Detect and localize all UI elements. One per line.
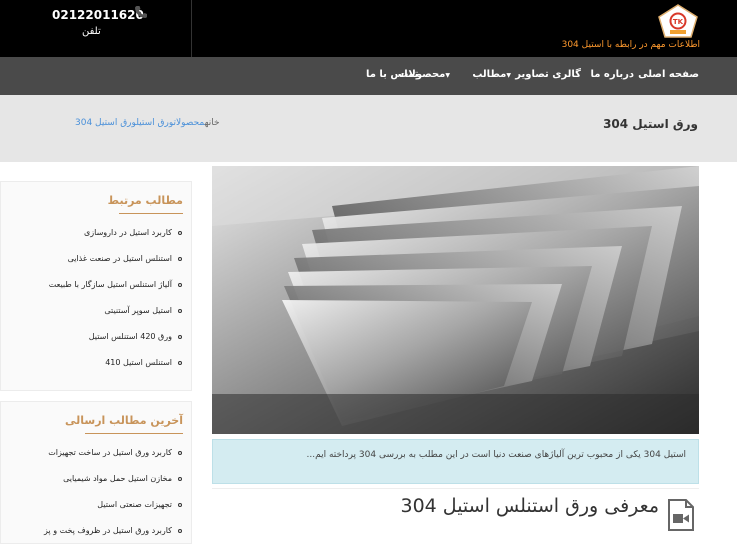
breadcrumb-products[interactable]: محصولات (173, 118, 204, 128)
main-nav: صفحه اصلی درباره ما گالری تصاویر مطالب▼ … (0, 57, 737, 95)
article-title: معرفی ورق استنلس استیل 304 (400, 495, 660, 517)
latest-posts-title: آخرین مطالب ارسالی (65, 414, 183, 427)
svg-text:TK: TK (673, 18, 684, 26)
list-item[interactable]: استنلس استیل در صنعت غذایی (68, 254, 182, 263)
excerpt-text: استیل 304 یکی از محبوب ترین آلیاژهای صنع… (306, 450, 686, 460)
breadcrumb-current: ورق استیل 304 (75, 118, 137, 128)
nav-articles[interactable]: مطالب▼ (472, 69, 513, 80)
list-item[interactable]: ورق 420 استنلس استیل (89, 332, 182, 341)
latest-posts-widget: آخرین مطالب ارسالی کاربرد ورق استیل در س… (0, 401, 192, 544)
list-item[interactable]: کاربرد ورق استیل در ظروف پخت و پز (44, 526, 182, 535)
bullet-icon (178, 230, 182, 235)
article-heading: معرفی ورق استنلس استیل 304 (212, 488, 699, 544)
breadcrumb-home[interactable]: خانه (205, 118, 220, 128)
list-item[interactable]: کاربرد ورق استیل در ساخت تجهیزات (48, 448, 182, 457)
chevron-down-icon: ▼ (506, 72, 511, 79)
header-divider (191, 0, 192, 57)
chevron-down-icon: ▼ (445, 72, 450, 79)
bullet-icon (178, 528, 182, 533)
product-image (212, 166, 699, 434)
video-file-icon (668, 499, 694, 531)
brand-logo-icon[interactable]: TK (656, 3, 700, 39)
list-item[interactable]: کاربرد استیل در داروسازی (84, 228, 182, 237)
breadcrumb-sheet[interactable]: ورق استیل (136, 118, 173, 128)
title-underline (85, 433, 183, 434)
page-title: ورق استیل 304 (603, 117, 698, 131)
bullet-icon (178, 450, 182, 455)
article-excerpt: استیل 304 یکی از محبوب ترین آلیاژهای صنع… (212, 439, 699, 484)
breadcrumb: خانهمحصولاتورق استیلورق استیل 304 (75, 118, 220, 128)
nav-contact[interactable]: تماس با ما (366, 69, 435, 80)
list-item[interactable]: استیل سوپر آستنیتی (104, 306, 182, 315)
site-tagline[interactable]: اطلاعات مهم در رابطه با استیل 304 (562, 40, 700, 50)
bullet-icon (178, 476, 182, 481)
phone-number[interactable]: 02122011620 (52, 8, 144, 22)
list-item[interactable]: مخازن استیل حمل مواد شیمیایی (63, 474, 182, 483)
phone-label: تلفن (82, 26, 101, 37)
list-item[interactable]: استنلس استیل 410 (105, 358, 182, 367)
title-underline (119, 213, 183, 214)
nav-articles-label: مطالب (472, 69, 507, 80)
related-posts-title: مطالب مرتبط (107, 194, 183, 207)
bullet-icon (178, 282, 182, 287)
list-item[interactable]: تجهیزات صنعتی استیل (97, 500, 182, 509)
top-header: TK اطلاعات مهم در رابطه با استیل 304 021… (0, 0, 737, 57)
related-posts-widget: مطالب مرتبط کاربرد استیل در داروسازی است… (0, 181, 192, 391)
bullet-icon (178, 502, 182, 507)
nav-home[interactable]: صفحه اصلی (638, 69, 699, 80)
phone-icon (135, 6, 147, 18)
bullet-icon (178, 308, 182, 313)
bullet-icon (178, 360, 182, 365)
nav-gallery[interactable]: گالری تصاویر (515, 69, 581, 80)
bullet-icon (178, 256, 182, 261)
nav-about[interactable]: درباره ما (591, 69, 635, 80)
list-item[interactable]: آلیاژ استنلس استیل سازگار با طبیعت (49, 280, 182, 289)
bullet-icon (178, 334, 182, 339)
